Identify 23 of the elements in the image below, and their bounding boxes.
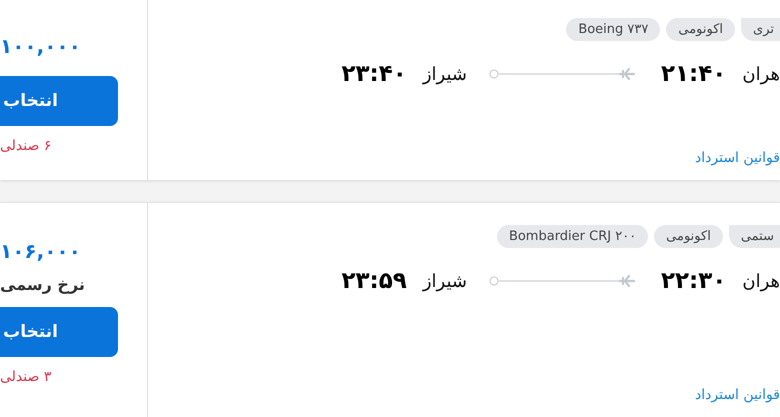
flight-tag: اکونومی: [666, 18, 736, 41]
refund-rules-link[interactable]: قوانین استرداد: [695, 150, 780, 166]
origin-city: هران: [742, 64, 780, 84]
arrival-time: ۲۳:۵۹: [341, 268, 407, 294]
flight-tag: Boeing ۷۳۷: [566, 18, 660, 41]
seats-left: ۶ صندلی: [0, 138, 52, 154]
flight-tag: اکونومی: [654, 225, 723, 248]
seats-left: ۳ صندلی: [0, 369, 52, 385]
fare-note: نرخ رسمی: [0, 275, 85, 295]
arrival-time: ۲۳:۴۰: [341, 61, 407, 87]
destination-city: شیراز: [422, 270, 467, 292]
origin-city: هران: [742, 270, 780, 292]
flight-tag: ستمی: [728, 225, 780, 248]
refund-rules-link[interactable]: قوانین استرداد: [695, 387, 780, 403]
flight-tag: Bombardier CRJ ۲۰۰: [496, 225, 648, 248]
price: ۱۰۶,۰۰۰: [0, 239, 81, 263]
destination-city: شیراز: [422, 64, 467, 84]
select-button[interactable]: انتخاب: [0, 76, 118, 126]
select-button[interactable]: انتخاب: [0, 307, 118, 357]
departure-time: ۲۲:۳۰: [660, 268, 726, 294]
flight-tag: تری: [741, 18, 780, 41]
price: ۱۰۰,۰۰۰: [0, 34, 81, 58]
departure-time: ۲۱:۴۰: [660, 61, 726, 87]
